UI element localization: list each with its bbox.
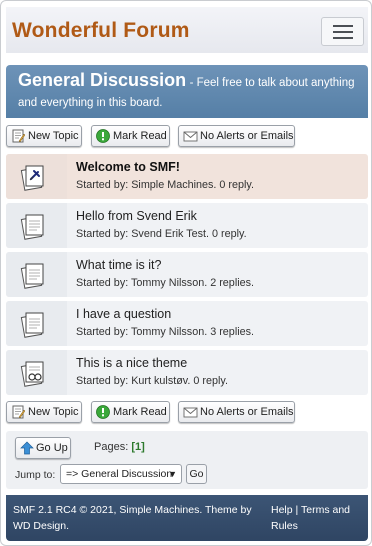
new-topic-label: New Topic [28,130,79,142]
jump-to-selected: => General Discussion [66,468,173,480]
mark-read-label: Mark Read [113,406,167,418]
hamburger-menu-icon[interactable] [321,17,364,46]
top-button-bar: New Topic Mark Read No Alerts or Emails [6,125,368,147]
mark-read-icon [96,405,110,419]
topic-row[interactable]: Hello from Svend Erik Started by: Svend … [6,203,368,248]
topic-subject[interactable]: This is a nice theme [76,356,187,370]
forum-title[interactable]: Wonderful Forum [12,19,190,43]
no-alerts-button[interactable]: No Alerts or Emails [178,401,295,423]
go-up-label: Go Up [36,442,68,454]
new-topic-label: New Topic [28,406,79,418]
menu-bar [333,37,353,39]
jump-to-select[interactable]: => General Discussion ▼ [60,464,182,484]
topic-started-by: Started by: Svend Erik Test. 0 reply. [76,228,247,240]
jump-to-label: Jump to: [15,469,56,481]
topic-started-by: Started by: Tommy Nilsson. 2 replies. [76,277,255,289]
new-topic-button[interactable]: New Topic [6,401,82,423]
site-footer: SMF 2.1 RC4 © 2021, Simple Machines. The… [6,495,368,541]
topic-icon-cell [6,350,67,395]
envelope-icon [183,131,198,142]
post-poll-icon [20,361,44,387]
pages-indicator: Pages: [1] [94,441,145,453]
mark-read-label: Mark Read [113,130,167,142]
bottom-button-bar: New Topic Mark Read No Alerts or Emails [6,401,368,423]
mark-read-button[interactable]: Mark Read [91,401,170,423]
topic-started-by: Started by: Tommy Nilsson. 3 replies. [76,326,255,338]
topic-icon-cell [6,301,67,346]
post-icon [20,263,44,289]
topic-subject[interactable]: What time is it? [76,258,161,272]
topic-started-by: Started by: Kurt kulstøv. 0 reply. [76,375,229,387]
no-alerts-button[interactable]: No Alerts or Emails [178,125,295,147]
current-page[interactable]: [1] [131,441,144,453]
post-icon [20,312,44,338]
topic-row[interactable]: What time is it? Started by: Tommy Nilss… [6,252,368,297]
mark-read-icon [96,129,110,143]
topic-icon-cell [6,154,67,199]
pagination-panel: Go Up Pages: [1] Jump to: => General Dis… [6,431,368,489]
copyright-text: SMF 2.1 RC4 © 2021, Simple Machines. The… [13,504,252,532]
topic-icon-cell [6,203,67,248]
board-banner: General Discussion - Feel free to talk a… [6,65,368,118]
chevron-down-icon: ▼ [168,469,177,479]
topic-icon-cell [6,252,67,297]
arrow-up-icon [20,441,34,455]
topic-subject[interactable]: I have a question [76,307,171,321]
post-icon [20,214,44,240]
topic-started-by: Started by: Simple Machines. 0 reply. [76,179,255,191]
no-alerts-label: No Alerts or Emails [200,130,294,142]
go-button[interactable]: Go [186,464,207,484]
menu-bar [333,31,353,33]
topic-row[interactable]: Welcome to SMF! Started by: Simple Machi… [6,154,368,199]
topic-row[interactable]: I have a question Started by: Tommy Nils… [6,301,368,346]
site-header: Wonderful Forum [6,7,368,53]
board-name: General Discussion [18,70,187,90]
menu-bar [333,25,353,27]
pages-label: Pages: [94,441,129,453]
new-topic-button[interactable]: New Topic [6,125,82,147]
new-topic-icon [12,405,25,419]
mark-read-button[interactable]: Mark Read [91,125,170,147]
footer-links: Help | Terms and Rules [271,502,363,534]
footer-separator: | [295,504,299,516]
topic-subject[interactable]: Welcome to SMF! [76,160,180,174]
topic-row[interactable]: This is a nice theme Started by: Kurt ku… [6,350,368,395]
new-topic-icon [12,129,25,143]
envelope-icon [183,407,198,418]
pinned-post-icon [20,165,44,191]
page-frame: Wonderful Forum General Discussion - Fee… [0,0,372,546]
go-up-button[interactable]: Go Up [15,437,71,459]
help-link[interactable]: Help [271,504,293,516]
topic-subject[interactable]: Hello from Svend Erik [76,209,197,223]
no-alerts-label: No Alerts or Emails [200,406,294,418]
